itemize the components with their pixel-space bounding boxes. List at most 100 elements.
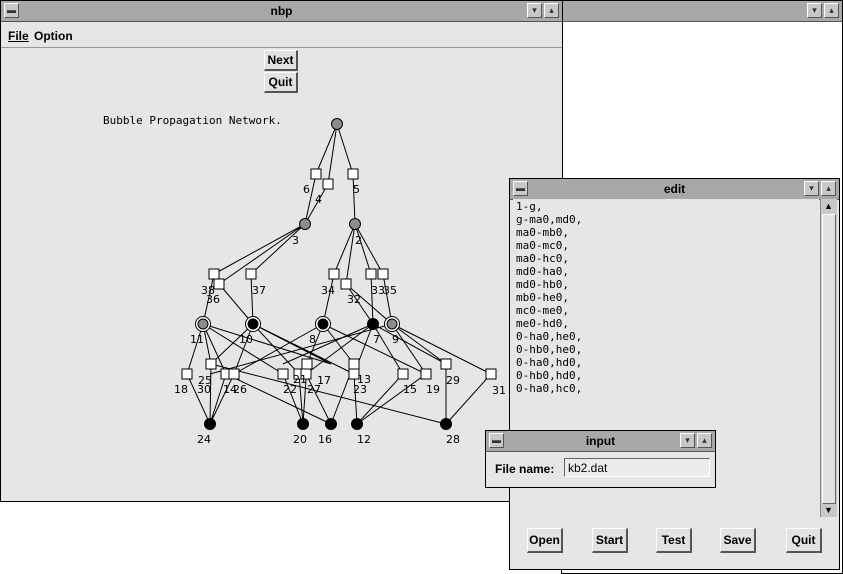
network-square-node bbox=[485, 368, 497, 380]
network-node-label: 20 bbox=[293, 433, 307, 446]
network-node-label: 19 bbox=[426, 383, 440, 396]
network-circle-node bbox=[297, 418, 309, 430]
network-square-node bbox=[228, 368, 240, 380]
network-node-label: 32 bbox=[347, 293, 361, 306]
network-node-label: 28 bbox=[446, 433, 460, 446]
network-square-node bbox=[397, 368, 409, 380]
network-node-label: 37 bbox=[252, 284, 266, 297]
graph-labels: 6453 2383637 3432333511 10 8 7 918 30 1426252221… bbox=[174, 183, 506, 446]
network-square-node bbox=[328, 268, 340, 280]
network-square-node bbox=[377, 268, 389, 280]
network-node-label: 2 bbox=[355, 234, 362, 247]
edit-text: 1-g, g-ma0,md0, ma0-mb0, ma0-mc0, ma0-hc0, md… bbox=[516, 200, 582, 395]
scroll-up-icon[interactable]: ▲ bbox=[822, 200, 835, 212]
network-node-label: 24 bbox=[197, 433, 211, 446]
network-node-label: 8 bbox=[309, 333, 316, 346]
file-name-field[interactable]: kb2.dat bbox=[564, 458, 710, 477]
network-square-node bbox=[440, 358, 452, 370]
network-node-label: 9 bbox=[392, 333, 399, 346]
network-node-label: 31 bbox=[492, 384, 506, 397]
network-square-node bbox=[365, 268, 377, 280]
edit-line: me0-hd0, bbox=[516, 317, 569, 330]
edit-line: md0-ha0, bbox=[516, 265, 569, 278]
network-node-label: 5 bbox=[353, 183, 360, 196]
network-circle-node bbox=[440, 418, 452, 430]
save-button[interactable]: Save bbox=[720, 528, 756, 553]
network-node-label: 6 bbox=[303, 183, 310, 196]
edit-titlebar[interactable]: ▬ edit ▾ ▴ bbox=[510, 179, 839, 200]
network-square-node bbox=[348, 358, 360, 370]
network-node-label: 35 bbox=[383, 284, 397, 297]
network-circle-node bbox=[204, 418, 216, 430]
network-square-node bbox=[181, 368, 193, 380]
network-square-node bbox=[205, 358, 217, 370]
network-node-label: 36 bbox=[206, 293, 220, 306]
input-window: ▬ input ▾ ▴ File name: kb2.dat bbox=[485, 430, 716, 488]
network-graph: 6453 2383637 3432333511 10 8 7 918 30 1426252221… bbox=[174, 118, 506, 446]
edit-line: 0-ha0,he0, bbox=[516, 330, 583, 343]
scroll-thumb[interactable] bbox=[822, 214, 836, 504]
edit-window: ▬ edit ▾ ▴ 1-g, g-ma0,md0, ma0-mb0, ma0-mc0… bbox=[509, 178, 840, 570]
network-node-label: 11 bbox=[190, 333, 204, 346]
input-titlebar[interactable]: ▬ input ▾ ▴ bbox=[486, 431, 715, 452]
edit-title: edit bbox=[663, 182, 686, 196]
network-node-label: 16 bbox=[318, 433, 332, 446]
network-node-label: 4 bbox=[315, 193, 322, 206]
network-node-label: 25 bbox=[198, 374, 212, 387]
network-circle-node bbox=[351, 418, 363, 430]
scroll-down-icon[interactable]: ▼ bbox=[822, 504, 835, 516]
network-circle-node bbox=[325, 418, 337, 430]
edit-line: ma0-hc0, bbox=[516, 252, 569, 265]
network-circle-node bbox=[367, 318, 379, 330]
network-node-label: 18 bbox=[174, 383, 188, 396]
background-window-titlebar[interactable]: ▾ ▴ bbox=[562, 1, 842, 22]
network-circle-node bbox=[197, 318, 209, 330]
network-node-label: 17 bbox=[317, 374, 331, 387]
edit-line: ma0-mc0, bbox=[516, 239, 569, 252]
nbp-window: ▬ nbp ▾ ▴ File Option Next Quit Bubble P… bbox=[0, 0, 563, 502]
edit-line: 0-ha0,hc0, bbox=[516, 382, 583, 395]
edit-line: g-ma0,md0, bbox=[516, 213, 583, 226]
network-node-label: 10 bbox=[239, 333, 253, 346]
network-square-node bbox=[347, 168, 359, 180]
test-button[interactable]: Test bbox=[656, 528, 692, 553]
network-square-node bbox=[322, 178, 334, 190]
network-square-node bbox=[340, 278, 352, 290]
network-node-label: 13 bbox=[357, 373, 371, 386]
edit-scrollbar[interactable]: ▲ ▼ bbox=[820, 199, 837, 517]
quit-edit-button[interactable]: Quit bbox=[786, 528, 822, 553]
network-node-label: 15 bbox=[403, 383, 417, 396]
network-circle-node bbox=[331, 118, 343, 130]
network-node-label: 12 bbox=[357, 433, 371, 446]
file-name-value: kb2.dat bbox=[568, 461, 608, 475]
edit-line: md0-hb0, bbox=[516, 278, 569, 291]
maximize-icon[interactable]: ▴ bbox=[824, 3, 839, 18]
open-button[interactable]: Open bbox=[527, 528, 563, 553]
network-node-label: 26 bbox=[233, 383, 247, 396]
minimize-icon[interactable]: ▾ bbox=[807, 3, 822, 18]
network-circle-node bbox=[386, 318, 398, 330]
edit-line: ma0-mb0, bbox=[516, 226, 569, 239]
maximize-icon[interactable]: ▴ bbox=[821, 181, 836, 196]
edit-line: 0-hb0,he0, bbox=[516, 343, 583, 356]
file-name-label: File name: bbox=[495, 462, 555, 476]
network-square-node bbox=[310, 168, 322, 180]
network-circle-node bbox=[247, 318, 259, 330]
network-square-node bbox=[208, 268, 220, 280]
network-node-label: 3 bbox=[292, 234, 299, 247]
network-square-node bbox=[277, 368, 289, 380]
minimize-icon[interactable]: ▾ bbox=[804, 181, 819, 196]
network-node-label: 34 bbox=[321, 284, 335, 297]
network-node-label: 29 bbox=[446, 374, 460, 387]
network-square-node bbox=[245, 268, 257, 280]
network-node-label: 7 bbox=[373, 333, 380, 346]
start-button[interactable]: Start bbox=[592, 528, 628, 553]
network-circle-node bbox=[349, 218, 361, 230]
network-square-node bbox=[420, 368, 432, 380]
network-circle-node bbox=[317, 318, 329, 330]
minimize-icon[interactable]: ▾ bbox=[680, 433, 695, 448]
edit-line: mc0-me0, bbox=[516, 304, 569, 317]
edit-line: 1-g, bbox=[516, 200, 543, 213]
maximize-icon[interactable]: ▴ bbox=[697, 433, 712, 448]
network-square-node bbox=[301, 358, 313, 370]
